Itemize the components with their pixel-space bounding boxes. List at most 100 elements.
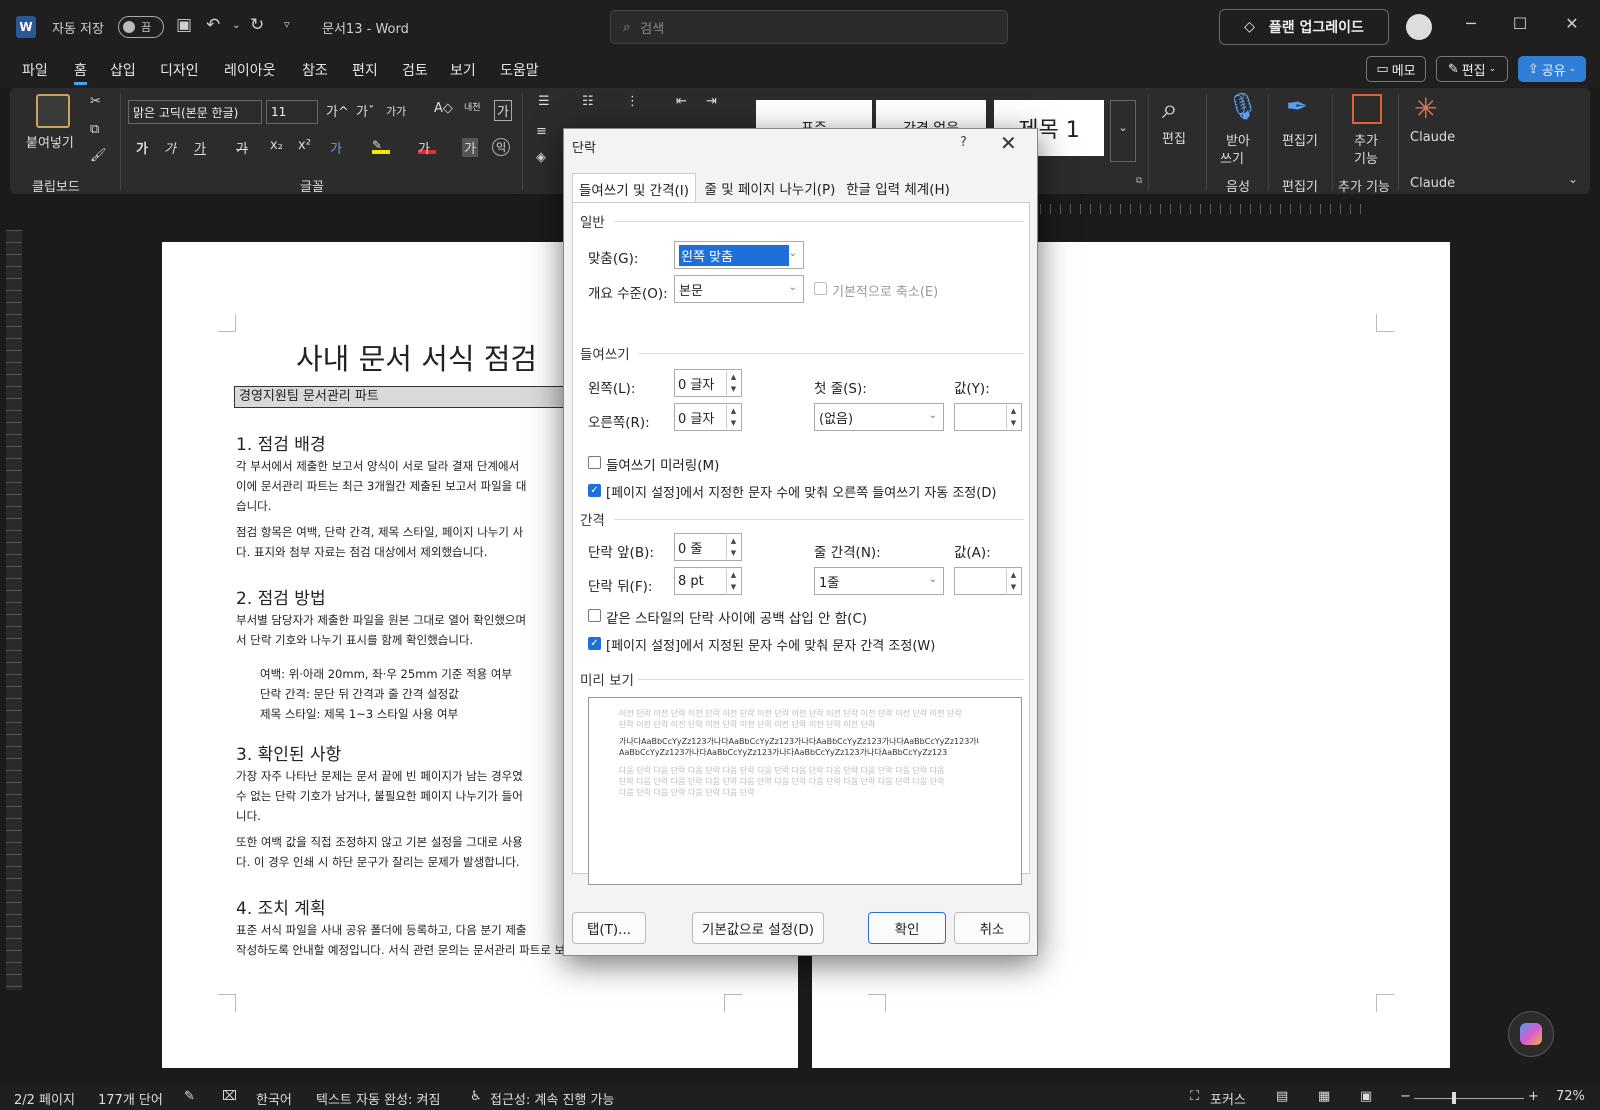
spacing-at-spinner[interactable]: ▲ ▼ <box>954 567 1022 595</box>
page-count[interactable]: 2/2 페이지 <box>14 1089 75 1108</box>
zoom-in-icon[interactable]: + <box>1528 1089 1539 1104</box>
indent-by-spinner[interactable]: ▲ ▼ <box>954 403 1022 431</box>
customize-toolbar-icon[interactable]: ▿ <box>284 18 290 31</box>
dictate-icon[interactable]: 🎙 <box>1226 92 1259 122</box>
list-item[interactable]: 제목 스타일: 제목 1~3 스타일 사용 여부 <box>260 706 458 722</box>
find-icon[interactable]: ⌕ <box>1162 92 1178 126</box>
track-changes-icon[interactable]: ⌧ <box>222 1089 237 1104</box>
outline-level-select[interactable]: 본문 ⌄ <box>674 275 804 303</box>
spin-down-icon[interactable]: ▼ <box>731 549 736 557</box>
font-color-icon[interactable]: 가 <box>418 138 436 157</box>
zoom-level[interactable]: 72% <box>1556 1089 1585 1104</box>
format-painter-icon[interactable]: 🖌 <box>90 148 107 163</box>
ok-button[interactable]: 확인 <box>868 912 946 944</box>
menu-layout[interactable]: 레이아웃 <box>224 60 276 80</box>
italic-icon[interactable]: 가 <box>164 138 176 157</box>
section-heading[interactable]: 1. 점검 배경 <box>236 430 326 455</box>
collapse-checkbox[interactable] <box>814 282 827 295</box>
help-icon[interactable]: ? <box>960 135 967 150</box>
collapse-ribbon-icon[interactable]: ⌄ <box>1568 172 1578 186</box>
highlight-icon[interactable]: ✎ <box>372 138 390 154</box>
spin-down-icon[interactable]: ▼ <box>731 583 736 591</box>
addins-label-1[interactable]: 추가 <box>1354 130 1378 149</box>
enclose-char-icon[interactable]: 가 <box>494 100 512 121</box>
spacing-after-spinner[interactable]: 8 pt ▲ ▼ <box>674 567 742 595</box>
indent-left-spinner[interactable]: 0 글자 ▲ ▼ <box>674 369 742 397</box>
spacing-before-spinner[interactable]: 0 줄 ▲ ▼ <box>674 533 742 561</box>
special-indent-select[interactable]: (없음) ⌄ <box>814 403 944 431</box>
shading-icon[interactable]: ◈ <box>536 150 546 165</box>
decrease-indent-icon[interactable]: ⇤ <box>676 94 687 109</box>
auto-adjust-indent-checkbox[interactable]: ✓ <box>588 484 601 497</box>
list-item[interactable]: 단락 간격: 문단 뒤 간격과 줄 간격 설정값 <box>260 686 459 702</box>
word-count[interactable]: 177개 단어 <box>98 1089 163 1108</box>
phonetic-guide-icon[interactable]: 내천 <box>464 100 481 113</box>
menu-insert[interactable]: 삽입 <box>110 60 136 80</box>
spin-down-icon[interactable]: ▼ <box>731 385 736 393</box>
strikethrough-icon[interactable]: 가 <box>236 138 248 157</box>
read-mode-icon[interactable]: ▤ <box>1276 1089 1288 1104</box>
spin-down-icon[interactable]: ▼ <box>1011 419 1016 427</box>
accessibility-icon[interactable]: ♿ <box>470 1089 482 1104</box>
spin-up-icon[interactable]: ▲ <box>731 571 736 579</box>
addins-icon[interactable] <box>1352 94 1382 124</box>
subscript-icon[interactable]: x₂ <box>270 138 283 153</box>
zoom-slider-thumb[interactable] <box>1452 1092 1456 1104</box>
spin-down-icon[interactable]: ▼ <box>731 419 736 427</box>
redo-icon[interactable]: ↻ <box>250 15 264 35</box>
close-icon[interactable]: ✕ <box>1000 131 1017 155</box>
clear-format-icon[interactable]: A◇ <box>434 101 453 116</box>
section-heading[interactable]: 4. 조치 계획 <box>236 894 326 919</box>
grow-font-icon[interactable]: 가^ <box>326 101 349 120</box>
print-layout-icon[interactable]: ▦ <box>1318 1089 1330 1104</box>
list-item[interactable]: 여백: 위·아래 20mm, 좌·우 25mm 기준 적용 여부 <box>260 666 512 682</box>
zoom-out-icon[interactable]: − <box>1400 1089 1411 1104</box>
text-effects-icon[interactable]: 가 <box>330 138 342 157</box>
alignment-select[interactable]: 왼쪽 맞춤 ⌄ <box>674 241 804 269</box>
autosave-toggle[interactable]: 끔 <box>118 16 164 38</box>
tab-asian-typography[interactable]: 한글 입력 체계(H) <box>842 173 954 203</box>
align-left-icon[interactable]: ≡ <box>536 124 547 139</box>
spinner-buttons[interactable]: ▲ ▼ <box>726 371 740 395</box>
menu-home[interactable]: 홈 <box>74 60 87 85</box>
share-button[interactable]: ⇪ 공유 ⌄ <box>1518 56 1586 82</box>
superscript-icon[interactable]: x² <box>298 138 311 153</box>
shrink-font-icon[interactable]: 가ˇ <box>356 101 374 120</box>
dictate-label-1[interactable]: 받아 <box>1226 130 1250 149</box>
menu-review[interactable]: 검토 <box>402 60 428 80</box>
mirror-indents-checkbox[interactable] <box>588 456 601 469</box>
close-icon[interactable]: ✕ <box>1560 14 1584 38</box>
dictate-label-2[interactable]: 쓰기 <box>1220 148 1244 167</box>
tab-indents-spacing[interactable]: 들여쓰기 및 간격(I) <box>572 173 696 203</box>
search-box[interactable]: ⌕ 검색 <box>610 10 1008 44</box>
minimize-icon[interactable]: ─ <box>1459 14 1483 38</box>
spinner-buttons[interactable]: ▲ ▼ <box>1006 569 1020 593</box>
editor-button[interactable]: 편집기 <box>1282 130 1318 149</box>
multilevel-list-icon[interactable]: ⋮ <box>626 94 639 109</box>
spin-up-icon[interactable]: ▲ <box>731 407 736 415</box>
font-name-select[interactable]: 맑은 고딕(본문 한글) <box>128 100 262 124</box>
bullets-icon[interactable]: ☰ <box>538 94 550 109</box>
section-heading[interactable]: 2. 점검 방법 <box>236 584 326 609</box>
menu-mailings[interactable]: 편지 <box>352 60 378 80</box>
char-shading-icon[interactable]: 가 <box>462 138 478 157</box>
tabs-button[interactable]: 탭(T)... <box>572 912 646 944</box>
copy-icon[interactable]: ⧉ <box>90 122 99 137</box>
autocomplete-status[interactable]: 텍스트 자동 완성: 켜짐 <box>316 1089 440 1108</box>
menu-help[interactable]: 도움말 <box>500 60 539 80</box>
focus-icon[interactable]: ⛶ <box>1190 1089 1199 1104</box>
spinner-buttons[interactable]: ▲ ▼ <box>726 535 740 559</box>
no-space-same-style-checkbox[interactable] <box>588 609 601 622</box>
spin-down-icon[interactable]: ▼ <box>1011 583 1016 591</box>
zoom-slider[interactable] <box>1414 1092 1524 1104</box>
bold-icon[interactable]: 가 <box>136 138 148 157</box>
spinner-buttons[interactable]: ▲ ▼ <box>726 569 740 593</box>
paste-icon[interactable] <box>36 94 70 128</box>
claude-icon[interactable]: ✳ <box>1414 92 1437 125</box>
cancel-button[interactable]: 취소 <box>954 912 1030 944</box>
document-title-heading[interactable]: 사내 문서 서식 점검 <box>296 336 537 378</box>
menu-file[interactable]: 파일 <box>22 60 48 80</box>
styles-launcher-icon[interactable]: ⧉ <box>1136 176 1142 186</box>
spin-up-icon[interactable]: ▲ <box>1011 407 1016 415</box>
increase-indent-icon[interactable]: ⇥ <box>706 94 717 109</box>
